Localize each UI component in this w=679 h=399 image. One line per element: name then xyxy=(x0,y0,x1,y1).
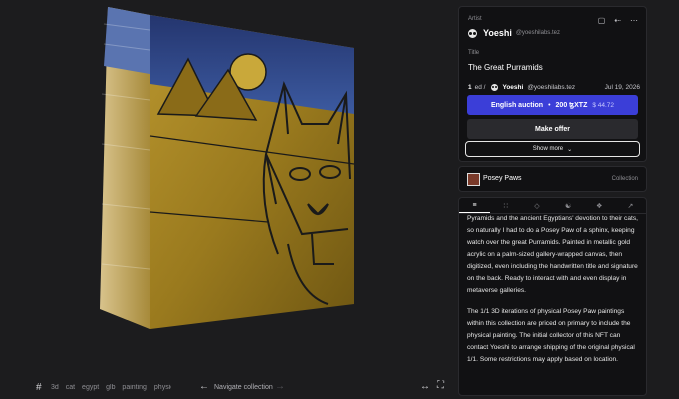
show-more-button[interactable]: Show more ⌄ xyxy=(465,141,640,157)
description-text: or the Nubian Sphinx, lies intimately wi… xyxy=(467,213,641,375)
tab-history[interactable]: ❖ xyxy=(584,198,615,213)
tag-item[interactable]: 3d xyxy=(51,384,59,391)
tab-description[interactable]: ≡ xyxy=(459,198,491,213)
artist-handle[interactable]: @yoeshilabs.tez xyxy=(516,30,560,36)
english-auction-button[interactable]: English auction • 200 ꜩXTZ $ 44.72 xyxy=(467,95,638,115)
artist-label: Artist xyxy=(468,16,482,22)
detail-tab-bar: ≡ ∷ ◇ ☯ ❖ ↗ xyxy=(459,198,646,214)
more-icon[interactable]: ⋯ xyxy=(630,16,638,25)
tab-attributes[interactable]: ∷ xyxy=(490,198,521,213)
arrow-right-icon[interactable]: → xyxy=(275,381,285,392)
description-paragraph: The 1/1 3D iterations of physical Posey … xyxy=(467,308,635,363)
artist-row[interactable]: Yoeshi @yoeshilabs.tez xyxy=(468,28,560,38)
show-more-label: Show more xyxy=(532,146,564,152)
description-scroll[interactable]: or the Nubian Sphinx, lies intimately wi… xyxy=(459,213,646,395)
tag-item[interactable]: physical xyxy=(154,384,171,391)
share-icon[interactable]: ⇠ xyxy=(614,16,621,25)
make-offer-button[interactable]: Make offer xyxy=(467,119,638,139)
card-actions: ▢ ⇠ ⋯ xyxy=(598,16,638,25)
description-icon: ≡ xyxy=(472,201,477,209)
artist-name[interactable]: Yoeshi xyxy=(483,28,512,38)
chevron-down-icon: ⌄ xyxy=(567,146,573,153)
title-label: Title xyxy=(468,50,480,56)
attributes-icon: ∷ xyxy=(503,202,508,210)
detail-card: ≡ ∷ ◇ ☯ ❖ ↗ or the Nubian Sphinx, lies i… xyxy=(458,197,647,396)
edition-count: 1 xyxy=(468,84,472,91)
tag-item[interactable]: cat xyxy=(66,384,75,391)
collection-thumbnail xyxy=(467,173,480,186)
collection-card[interactable]: Posey Paws Collection xyxy=(458,166,647,192)
owner-avatar xyxy=(491,84,499,91)
bottom-toolbar: # 3d cat egypt glb painting physical pu … xyxy=(0,376,455,399)
navigate-collection-label: Navigate collection xyxy=(214,384,273,391)
auction-price: 200 ꜩXTZ xyxy=(555,102,588,109)
history-icon: ❖ xyxy=(596,202,603,210)
tag-list: 3d cat egypt glb painting physical pu xyxy=(51,384,171,391)
edition-row: 1 ed / Yoeshi @yoeshilabs.tez Jul 19, 20… xyxy=(468,84,640,91)
artwork-3d-canvas[interactable] xyxy=(88,4,368,344)
auction-separator: • xyxy=(548,101,551,109)
artwork-viewer[interactable] xyxy=(0,0,455,376)
collection-tag: Collection xyxy=(611,176,638,182)
tag-icon: ◇ xyxy=(534,202,540,210)
fit-view-icon[interactable]: ↔ xyxy=(420,381,430,392)
auction-label: English auction xyxy=(490,101,544,109)
tag-item[interactable]: egypt xyxy=(82,384,99,391)
edition-unit: ed / xyxy=(474,84,486,91)
chart-icon: ↗ xyxy=(627,202,634,210)
artist-avatar xyxy=(468,28,477,38)
tag-item[interactable]: glb xyxy=(106,384,115,391)
edition-date: Jul 19, 2026 xyxy=(604,84,640,91)
tab-tags[interactable]: ◇ xyxy=(521,198,552,213)
artwork-title: The Great Purramids xyxy=(468,63,543,72)
tag-item[interactable]: painting xyxy=(122,384,147,391)
description-paragraph: or the Nubian Sphinx, lies intimately wi… xyxy=(467,215,638,294)
auction-usd: $ 44.72 xyxy=(592,101,615,109)
tab-stats[interactable]: ↗ xyxy=(615,198,646,213)
owners-icon: ☯ xyxy=(564,202,572,210)
tab-owners[interactable]: ☯ xyxy=(553,198,584,213)
edition-artist[interactable]: Yoeshi xyxy=(502,84,523,91)
fullscreen-icon[interactable]: ⛶ xyxy=(437,380,444,391)
collection-name[interactable]: Posey Paws xyxy=(483,175,522,182)
edition-handle[interactable]: @yoeshilabs.tez xyxy=(527,84,575,91)
bookmark-icon[interactable]: ▢ xyxy=(598,16,606,25)
arrow-left-icon[interactable]: ← xyxy=(199,381,209,392)
hash-icon[interactable]: # xyxy=(36,382,42,393)
